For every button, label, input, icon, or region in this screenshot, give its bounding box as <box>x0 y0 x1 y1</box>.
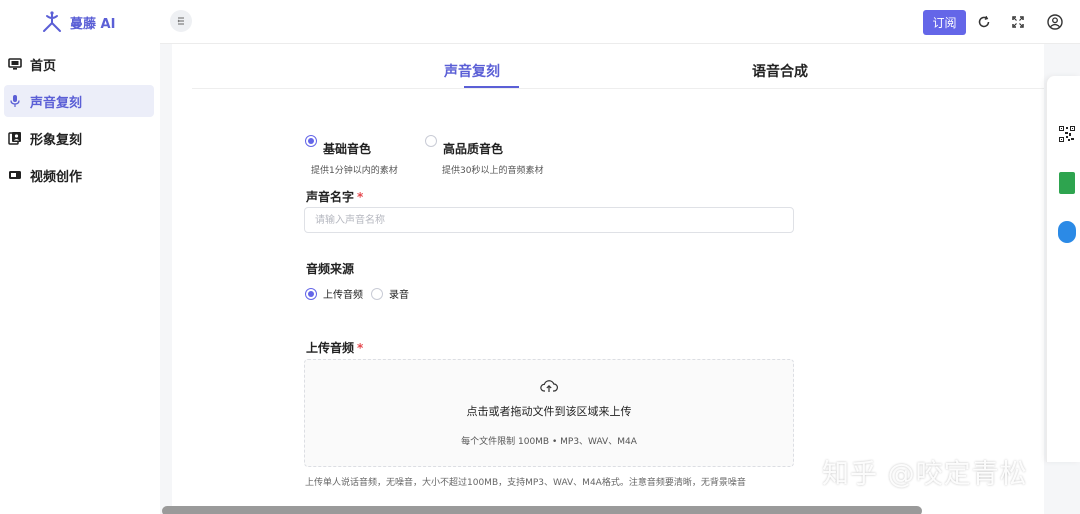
sidebar-item-label: 形象复刻 <box>30 132 83 148</box>
monitor-icon <box>8 57 22 71</box>
floating-side-panel <box>1046 76 1080 462</box>
option-title: 高品质音色 <box>443 142 504 156</box>
logo-text: 蔓藤 AI <box>70 16 116 32</box>
logo-mark-icon <box>43 11 61 32</box>
option-desc: 提供1分钟以内的素材 <box>311 166 398 176</box>
radio-label[interactable]: 录音 <box>389 286 409 301</box>
fullscreen-button[interactable] <box>1009 13 1027 31</box>
upload-dropzone[interactable]: 点击或者拖动文件到该区域来上传 每个文件限制 100MB • MP3、WAV、M… <box>304 359 794 467</box>
upload-limit-text: 每个文件限制 100MB • MP3、WAV、M4A <box>461 437 637 447</box>
required-mark: * <box>357 190 364 204</box>
subscribe-button[interactable]: 订阅 <box>923 10 966 35</box>
refresh-icon <box>978 15 990 28</box>
label-text: 声音名字 <box>306 190 355 204</box>
watermark: 知乎 @咬定青松 <box>822 459 1028 490</box>
required-mark: * <box>357 341 364 355</box>
microphone-icon <box>8 94 22 108</box>
radio-basic-voice[interactable] <box>305 135 317 147</box>
upload-audio-label: 上传音频 * <box>306 339 363 356</box>
horizontal-scrollbar[interactable] <box>162 506 922 514</box>
voice-name-input[interactable] <box>304 207 794 233</box>
upload-title: 点击或者拖动文件到该区域来上传 <box>466 405 632 418</box>
user-account-button[interactable] <box>1046 13 1064 31</box>
app-logo[interactable]: 蔓藤 AI <box>40 10 115 34</box>
qr-code-icon[interactable] <box>1059 126 1075 142</box>
user-icon <box>1047 14 1063 30</box>
collapse-sidebar-button[interactable] <box>170 10 192 32</box>
sidebar-item-video-create[interactable]: 视频创作 <box>4 159 154 191</box>
collapse-sidebar-icon <box>177 17 184 25</box>
cloud-upload-icon <box>540 380 558 392</box>
radio-label[interactable]: 上传音频 <box>323 286 363 301</box>
refresh-button[interactable] <box>975 13 993 31</box>
label-text: 上传音频 <box>306 341 355 355</box>
option-desc: 提供30秒以上的音频素材 <box>442 166 544 176</box>
fullscreen-icon <box>1012 16 1024 28</box>
audio-source-label: 音频来源 <box>306 262 355 276</box>
voice-name-label: 声音名字 * <box>306 188 363 205</box>
video-camera-icon <box>8 168 22 182</box>
radio-record-audio[interactable] <box>371 287 383 300</box>
audio-source-group: 上传音频 录音 <box>305 286 409 301</box>
sidebar: 蔓藤 AI 首页 声音复刻 形象复刻 视频创作 <box>0 0 160 514</box>
quality-option-basic[interactable]: 基础音色 提供1分钟以内的素材 <box>305 135 398 176</box>
quality-option-high[interactable]: 高品质音色 提供30秒以上的音频素材 <box>425 135 543 176</box>
portrait-icon <box>8 131 22 145</box>
sidebar-item-avatar-clone[interactable]: 形象复刻 <box>4 122 154 154</box>
top-bar: 订阅 <box>160 0 1080 44</box>
active-tab-indicator <box>464 86 519 88</box>
main-content: 声音复刻 语音合成 基础音色 提供1分钟以内的素材 高品质音色 提供30秒以上的… <box>172 44 1044 514</box>
sidebar-item-label: 首页 <box>30 58 57 74</box>
sidebar-item-home[interactable]: 首页 <box>4 48 154 80</box>
radio-high-quality-voice[interactable] <box>425 135 437 147</box>
option-title: 基础音色 <box>323 142 372 156</box>
sidebar-item-label: 视频创作 <box>30 169 83 185</box>
radio-upload-audio[interactable] <box>305 287 317 300</box>
document-icon[interactable] <box>1058 221 1076 243</box>
upload-hint: 上传单人说话音频，无噪音，大小不超过100MB，支持MP3、WAV、M4A格式。… <box>305 478 746 488</box>
sidebar-item-voice-clone[interactable]: 声音复刻 <box>4 85 154 117</box>
wechat-icon[interactable] <box>1059 172 1075 194</box>
tab-bar: 声音复刻 语音合成 <box>192 44 1044 89</box>
tab-voice-clone[interactable]: 声音复刻 <box>444 61 500 81</box>
tab-speech-synthesis[interactable]: 语音合成 <box>752 61 808 81</box>
sidebar-item-label: 声音复刻 <box>30 95 83 111</box>
